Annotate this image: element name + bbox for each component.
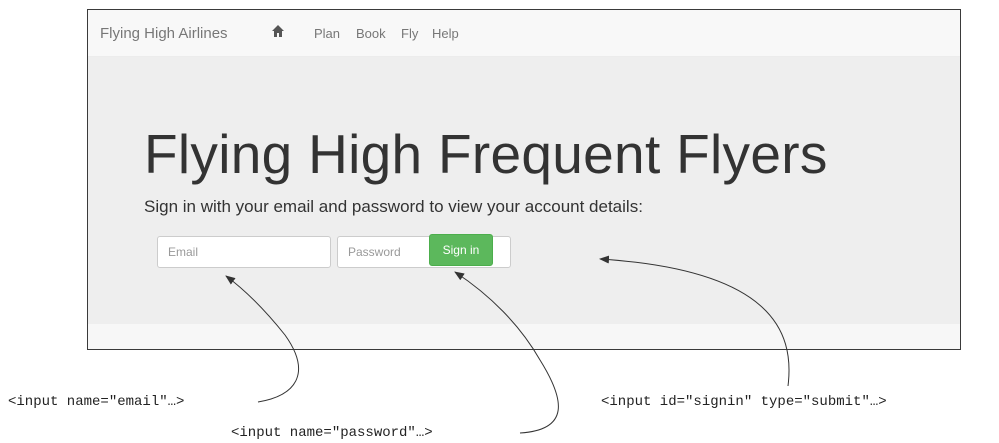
lead-text: Sign in with your email and password to …: [144, 197, 643, 216]
home-icon[interactable]: [271, 24, 285, 38]
signin-annotation: <input id="signin" type="submit"…>: [601, 394, 887, 410]
navbar-brand[interactable]: Flying High Airlines: [100, 25, 228, 42]
browser-frame: Flying High Airlines Plan Book Fly Help …: [87, 9, 961, 350]
email-annotation: <input name="email"…>: [8, 394, 185, 410]
nav-item-fly[interactable]: Fly: [401, 26, 418, 41]
password-annotation: <input name="password"…>: [231, 425, 433, 441]
nav-item-book[interactable]: Book: [356, 26, 386, 41]
page-title: Flying High Frequent Flyers: [144, 123, 828, 185]
signin-button[interactable]: Sign in: [429, 234, 493, 266]
jumbotron: Flying High Frequent Flyers Sign in with…: [88, 57, 960, 324]
nav-item-help[interactable]: Help: [432, 26, 459, 41]
navbar: Flying High Airlines Plan Book Fly Help: [88, 10, 960, 57]
nav-item-plan[interactable]: Plan: [314, 26, 340, 41]
email-field[interactable]: [157, 236, 331, 268]
